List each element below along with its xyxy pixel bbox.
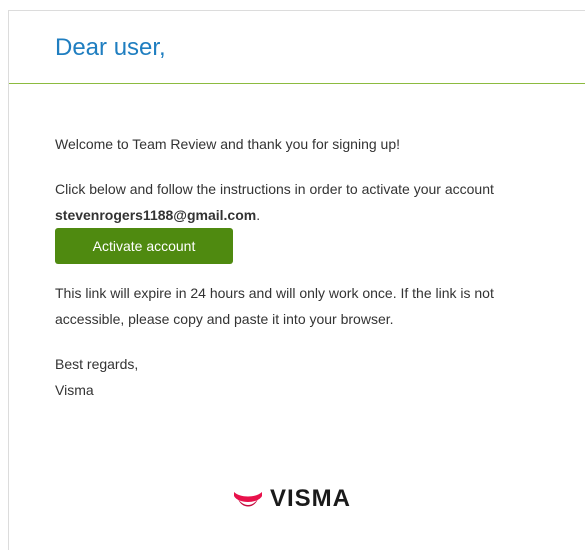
instructions-text: Click below and follow the instructions … bbox=[55, 176, 555, 228]
email-body: Welcome to Team Review and thank you for… bbox=[55, 131, 555, 403]
signature-text: Visma bbox=[55, 382, 94, 398]
welcome-text: Welcome to Team Review and thank you for… bbox=[55, 136, 401, 152]
email-header: Dear user, bbox=[9, 11, 585, 84]
instructions-prefix: Click below and follow the instructions … bbox=[55, 181, 494, 197]
visma-logo-icon bbox=[234, 492, 262, 507]
greeting-heading: Dear user, bbox=[55, 34, 166, 61]
regards-text: Best regards, bbox=[55, 356, 139, 372]
expiry-text: This link will expire in 24 hours and wi… bbox=[55, 285, 494, 327]
activate-account-button[interactable]: Activate account bbox=[55, 228, 233, 264]
instructions-suffix: . bbox=[256, 207, 261, 223]
visma-logo: VISMA bbox=[232, 487, 351, 511]
email-address: stevenrogers1188@gmail.com bbox=[55, 207, 257, 223]
email-card: Dear user, Welcome to Team Review and th… bbox=[8, 10, 585, 550]
visma-logo-text: VISMA bbox=[270, 485, 352, 512]
